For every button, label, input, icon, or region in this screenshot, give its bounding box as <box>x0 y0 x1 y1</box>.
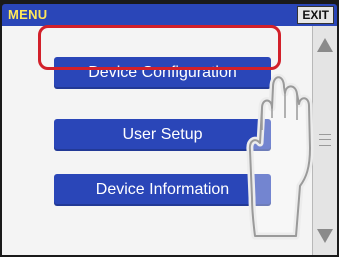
menu-title: MENU <box>8 7 48 22</box>
selection-highlight <box>38 25 281 70</box>
exit-button[interactable]: EXIT <box>297 6 334 24</box>
title-bar: MENU EXIT <box>2 4 337 26</box>
device-frame: MENU EXIT Device Configuration User Setu… <box>0 0 339 257</box>
scroll-down-icon[interactable] <box>317 229 333 243</box>
scroll-up-icon[interactable] <box>317 38 333 52</box>
vertical-scrollbar[interactable] <box>312 26 337 255</box>
user-setup-button[interactable]: User Setup <box>54 119 271 151</box>
scroll-thumb-icon[interactable] <box>319 134 331 146</box>
device-information-button[interactable]: Device Information <box>54 174 271 206</box>
